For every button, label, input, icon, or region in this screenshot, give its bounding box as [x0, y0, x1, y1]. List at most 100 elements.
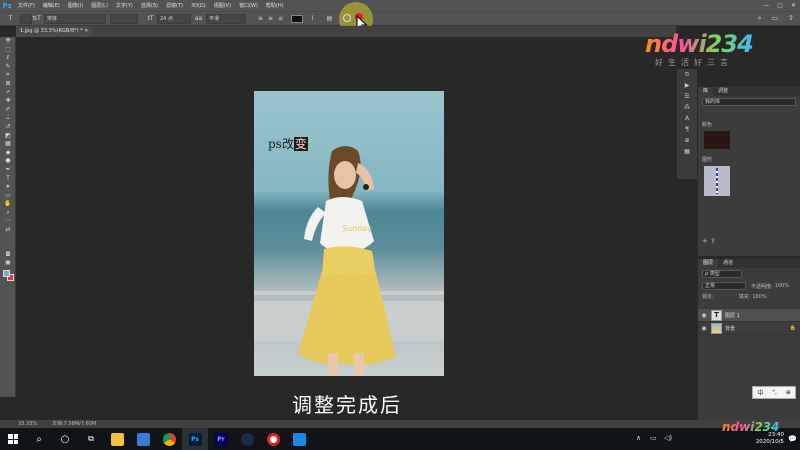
more-tools-icon[interactable]: ⋯	[0, 217, 16, 226]
gradient-tool-icon[interactable]: ▦	[0, 140, 16, 149]
workspace-icon[interactable]: ▭	[772, 14, 779, 23]
canvas-area[interactable]: Sunday ps改变 调整完成后	[17, 37, 677, 417]
brush-tool-icon[interactable]: ✐	[0, 106, 16, 115]
tab-library[interactable]: 库	[698, 87, 714, 96]
document-size[interactable]: 文档:7.58M/7.60M	[52, 420, 96, 428]
paragraph-icon[interactable]: ¶	[677, 124, 697, 135]
menu-help[interactable]: 帮助(H)	[262, 2, 288, 9]
pattern-group-label[interactable]: 图形	[698, 155, 800, 164]
cortana-button[interactable]: ○	[52, 428, 78, 450]
taskbar-app-3d[interactable]	[234, 428, 260, 450]
library-footer-icons[interactable]: + ⇪	[698, 236, 800, 246]
cancel-edit-icon[interactable]	[343, 14, 351, 22]
anti-alias-select[interactable]: 平滑	[206, 14, 246, 24]
menu-image[interactable]: 图像(I)	[64, 2, 87, 9]
menu-3d[interactable]: 3D(D)	[187, 3, 210, 9]
dodge-tool-icon[interactable]: ●	[0, 157, 16, 166]
layer-name[interactable]: 背景	[725, 325, 735, 332]
taskbar-photoshop[interactable]: Ps	[182, 428, 208, 450]
foreground-color-swatch[interactable]	[3, 270, 10, 277]
taskbar-premiere[interactable]: Pr	[208, 428, 234, 450]
taskbar-explorer[interactable]	[104, 428, 130, 450]
character-panel-icon[interactable]: ▤	[325, 14, 334, 24]
search-icon[interactable]: ⌕	[758, 14, 762, 23]
network-icon[interactable]: ▭	[650, 434, 657, 442]
font-style-select[interactable]	[110, 14, 138, 24]
library-color-thumbnail[interactable]	[704, 131, 730, 149]
menu-edit[interactable]: 编辑(E)	[39, 2, 64, 9]
layer-name[interactable]: 图层 1	[725, 312, 740, 319]
align-left-icon[interactable]: ≡	[256, 14, 265, 24]
menu-view[interactable]: 视图(V)	[210, 2, 235, 9]
menu-file[interactable]: 文件(F)	[14, 2, 39, 9]
path-select-tool-icon[interactable]: ➤	[0, 183, 16, 192]
color-group-label[interactable]: 颜色	[698, 120, 800, 129]
character-icon[interactable]: A	[677, 113, 697, 124]
library-select[interactable]: 我的库	[702, 98, 796, 106]
font-size-select[interactable]: 24 点	[157, 14, 191, 24]
menu-select[interactable]: 选择(S)	[137, 2, 162, 9]
visibility-eye-icon[interactable]: ◉	[700, 312, 708, 319]
align-center-icon[interactable]: ≡	[266, 14, 275, 24]
tab-adjustments[interactable]: 调整	[713, 87, 733, 96]
visibility-eye-icon[interactable]: ◉	[700, 325, 708, 332]
taskbar-app-media[interactable]	[130, 428, 156, 450]
eraser-tool-icon[interactable]: ◩	[0, 132, 16, 141]
layer-row-text[interactable]: ◉ T 图层 1	[698, 309, 800, 322]
layer-row-background[interactable]: ◉ 背景 🔒	[698, 322, 800, 335]
close-icon[interactable]: ✕	[791, 2, 796, 9]
menu-type[interactable]: 文字(Y)	[112, 2, 137, 9]
glyphs-icon[interactable]: ⊕	[677, 135, 697, 146]
brushes-icon[interactable]: ⁂	[677, 102, 697, 113]
hand-tool-icon[interactable]: ✋	[0, 200, 16, 209]
minimize-icon[interactable]: —	[763, 2, 769, 9]
marquee-tool-icon[interactable]: ⬚	[0, 46, 16, 55]
menu-window[interactable]: 窗口(W)	[235, 2, 262, 9]
document-tab[interactable]: 1.jpg @ 33.3%(RGB/8*) * ✕	[16, 26, 93, 37]
move-tool-icon[interactable]: ✥	[0, 37, 16, 46]
text-orientation-icon[interactable]: ⇅T	[32, 14, 41, 24]
blur-tool-icon[interactable]: ◆	[0, 149, 16, 158]
notification-icon[interactable]: 💬	[788, 435, 797, 443]
ime-punctuation-toggle[interactable]: °,	[772, 389, 777, 396]
lasso-tool-icon[interactable]: ℓ	[0, 54, 16, 63]
type-tool-icon[interactable]: T	[0, 175, 16, 184]
menu-filter[interactable]: 滤镜(T)	[162, 2, 187, 9]
blend-mode-select[interactable]: 正常	[702, 282, 746, 290]
align-right-icon[interactable]: ≡	[276, 14, 285, 24]
taskbar-recorder[interactable]	[260, 428, 286, 450]
edited-text-layer[interactable]: ps改变	[268, 135, 308, 152]
ime-language-toggle[interactable]: 中	[757, 388, 763, 397]
start-button[interactable]	[0, 428, 26, 450]
layer-filter-select[interactable]: ρ 类型	[702, 270, 742, 278]
zoom-level[interactable]: 33.33%	[18, 420, 37, 428]
swatches-icon[interactable]: ▦	[677, 146, 697, 157]
frame-tool-icon[interactable]: ⊠	[0, 80, 16, 89]
taskbar-phone[interactable]	[286, 428, 312, 450]
tray-chevron-icon[interactable]: ∧	[636, 434, 641, 442]
quick-mask-icon[interactable]: ◘	[0, 251, 16, 260]
swap-colors-icon[interactable]: ⇄	[0, 226, 16, 235]
text-color-swatch[interactable]	[291, 15, 303, 23]
taskbar-chrome[interactable]	[156, 428, 182, 450]
restore-icon[interactable]: ▢	[777, 2, 783, 9]
text-tool-icon[interactable]: T	[6, 14, 15, 24]
menu-layer[interactable]: 图层(L)	[87, 2, 112, 9]
properties-icon[interactable]: ☰	[677, 91, 697, 102]
library-graphic-thumbnail[interactable]	[704, 166, 730, 196]
tab-channels[interactable]: 通道	[718, 259, 738, 268]
opacity-value[interactable]: 100%	[774, 283, 790, 289]
eyedropper-tool-icon[interactable]: ⌿	[0, 89, 16, 98]
history-brush-tool-icon[interactable]: ↺	[0, 123, 16, 132]
fill-value[interactable]: 100%	[751, 294, 767, 300]
tool-preset-dropdown[interactable]	[20, 14, 32, 24]
healing-brush-tool-icon[interactable]: ✚	[0, 97, 16, 106]
search-button[interactable]: ⌕	[26, 428, 52, 450]
shape-tool-icon[interactable]: ▭	[0, 192, 16, 201]
task-view-button[interactable]: ⧉	[78, 428, 104, 450]
clone-stamp-tool-icon[interactable]: ⊥	[0, 114, 16, 123]
share-icon[interactable]: ⇧	[788, 14, 794, 23]
text-selection[interactable]: 变	[293, 137, 308, 151]
volume-icon[interactable]: ◁)	[664, 434, 672, 442]
font-family-select[interactable]: 宋体	[44, 14, 106, 24]
